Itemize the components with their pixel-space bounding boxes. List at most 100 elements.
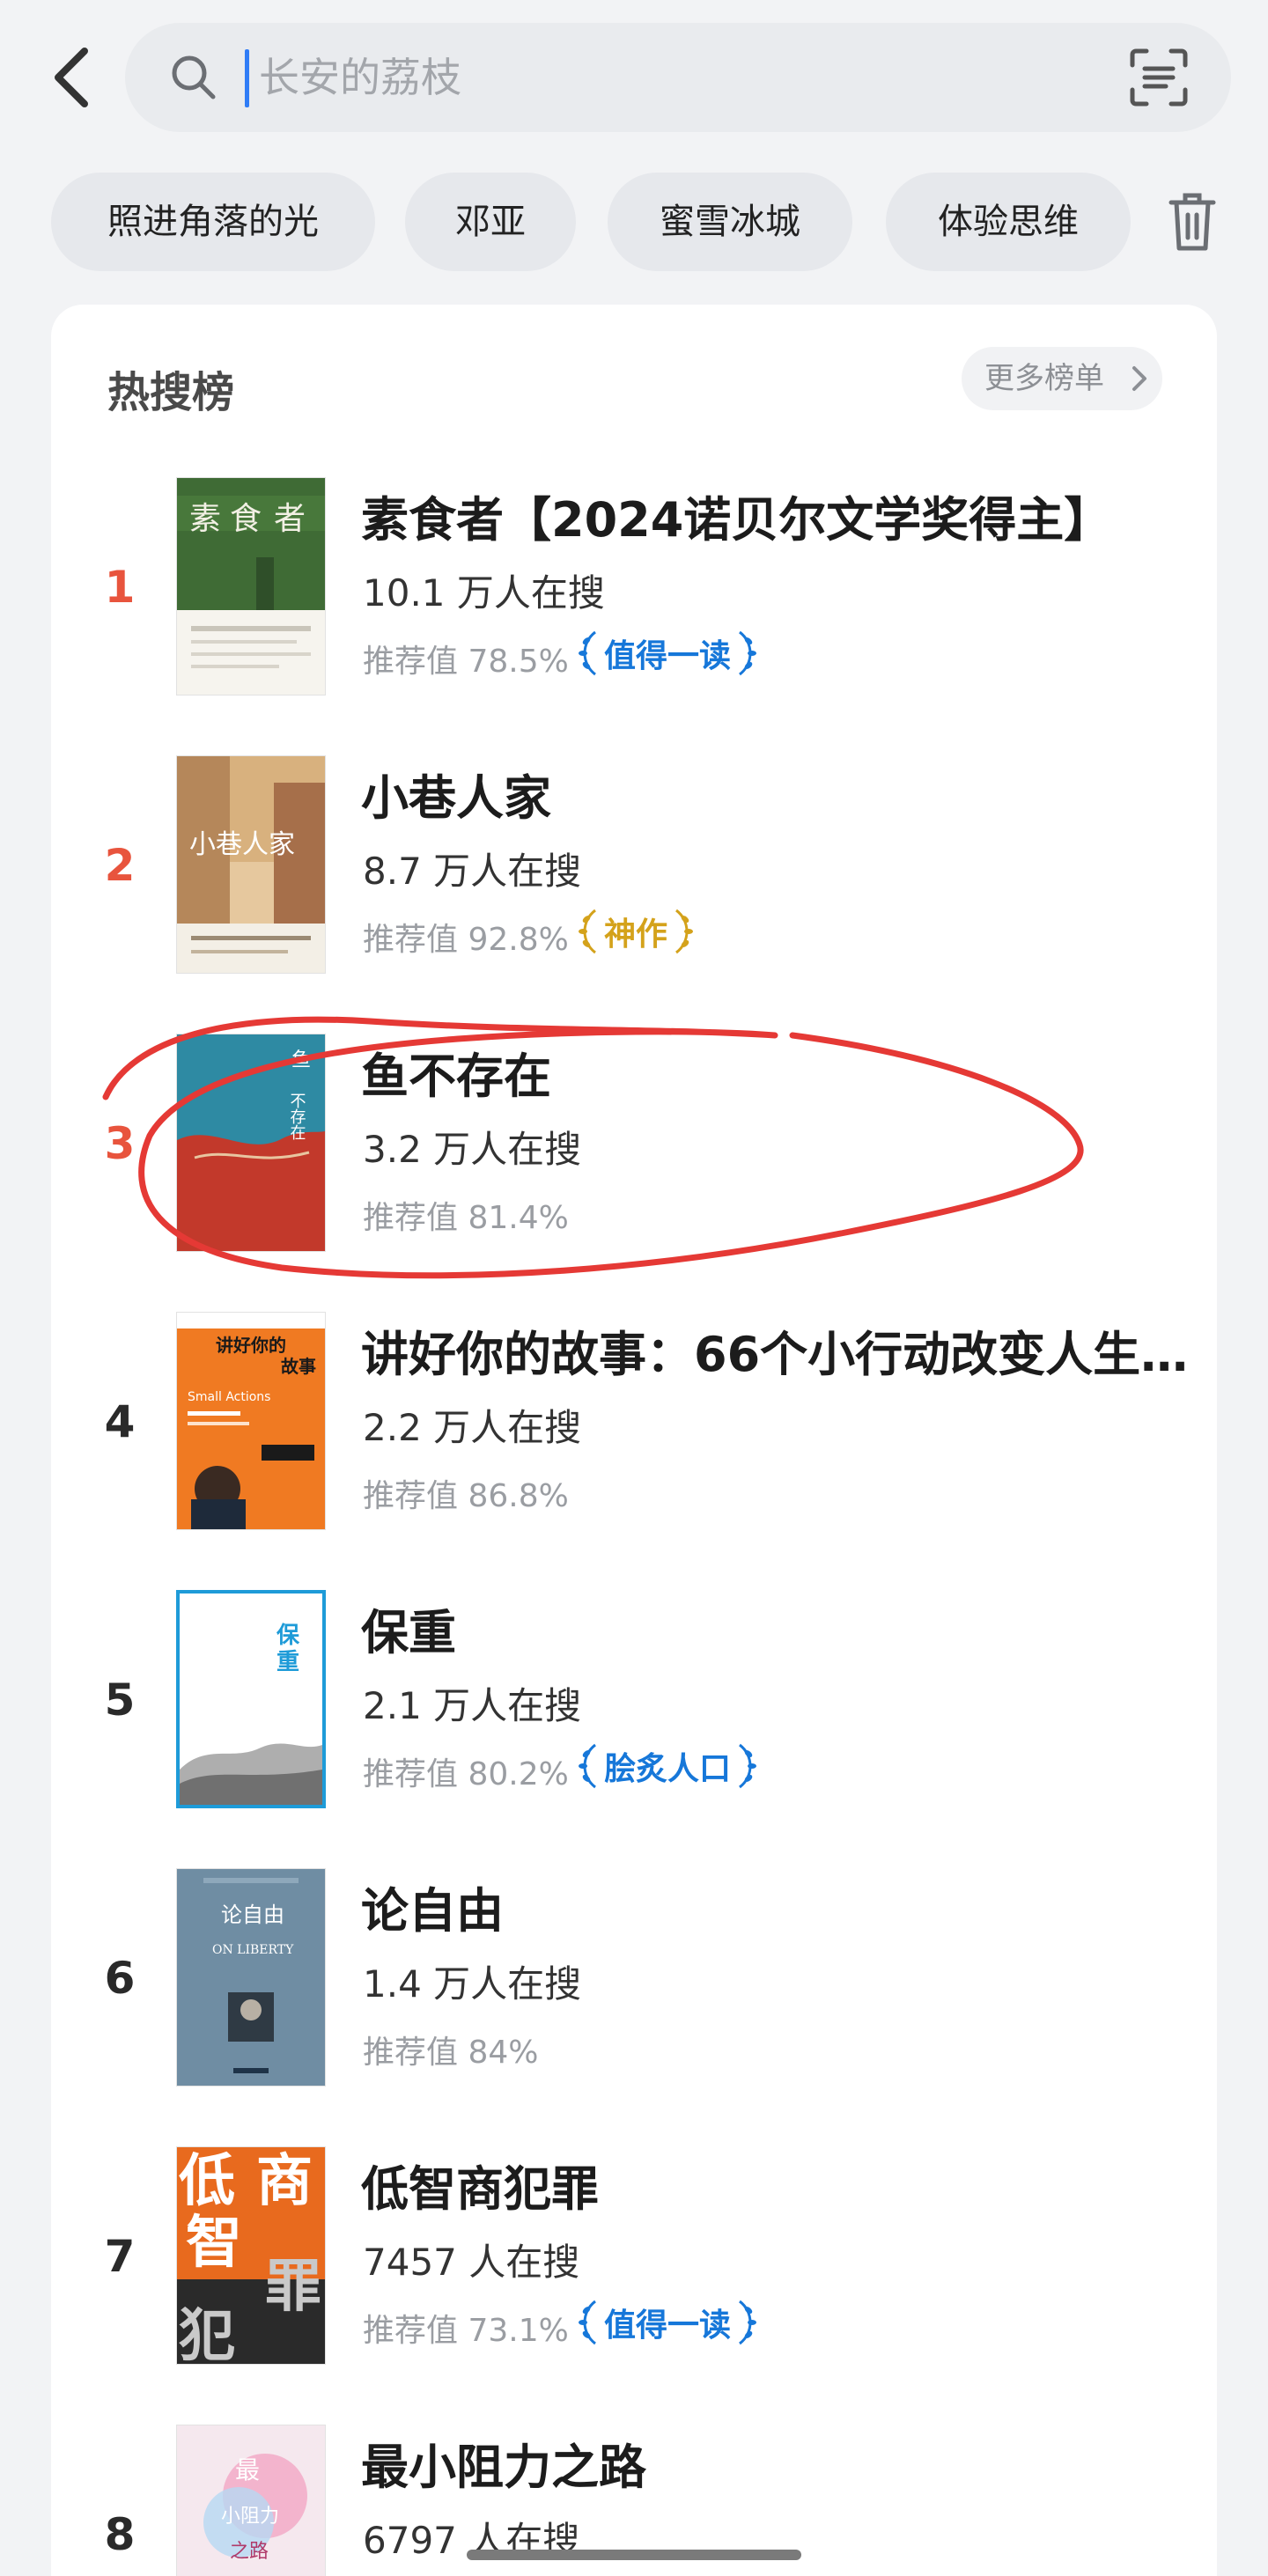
badge-label: 神作 — [604, 916, 668, 953]
laurel-left-icon — [579, 909, 596, 954]
home-indicator[interactable] — [467, 2550, 801, 2560]
search-input[interactable]: 长安的荔枝 — [125, 23, 1231, 132]
search-count: 2.2 万人在搜 — [363, 1406, 582, 1449]
recommend-value: 推荐值 84% — [363, 2035, 539, 2071]
rank-number: 6 — [104, 1953, 136, 2004]
cover-text: 犯 — [179, 2304, 235, 2364]
list-item[interactable]: 2 小巷人家 小巷人家 8.7 万人在搜 推荐值 92.8% 神作 — [51, 755, 1217, 984]
recommend-value: 推荐值 78.5% — [363, 644, 569, 680]
rank-number: 8 — [104, 2509, 136, 2560]
rating-badge: 值得一读 — [576, 627, 759, 680]
search-count: 3.2 万人在搜 — [363, 1128, 582, 1171]
rank-number: 2 — [104, 840, 136, 891]
search-count: 8.7 万人在搜 — [363, 850, 582, 893]
cover-text: 讲好你的 — [216, 1335, 286, 1356]
cover-text: 食 — [230, 501, 262, 537]
rank-number: 3 — [104, 1118, 136, 1169]
rank-number: 4 — [104, 1396, 136, 1447]
history-chip[interactable]: 照进角落的光 — [51, 173, 375, 271]
recommend-value: 推荐值 81.4% — [363, 1200, 569, 1236]
book-title[interactable]: 讲好你的故事：66个小行动改变人生剧本 — [361, 1315, 1189, 1385]
cover-text: Small Actions — [188, 1390, 270, 1404]
badge-label: 值得一读 — [604, 2307, 732, 2344]
cover-text: 保 — [276, 1623, 300, 1649]
rank-number: 5 — [104, 1674, 136, 1726]
cover-text: 小阻力 — [221, 2506, 279, 2528]
list-item[interactable]: 3 鱼 不存在 鱼不存在 3.2 万人在搜 推荐值 81.4% — [51, 1034, 1217, 1262]
book-cover[interactable]: 低 商 智 罪 犯 — [176, 2146, 326, 2365]
rank-number: 1 — [104, 562, 136, 613]
chevron-left-icon — [55, 48, 88, 107]
rank-number: 7 — [104, 2231, 136, 2282]
cover-text: 论自由 — [221, 1903, 284, 1927]
badge-label: 脍炙人口 — [604, 1751, 732, 1787]
search-count: 7457 人在搜 — [363, 2241, 580, 2284]
cover-text: 低 — [179, 2149, 235, 2214]
back-button[interactable] — [35, 35, 106, 120]
book-cover[interactable]: 鱼 不存在 — [176, 1034, 326, 1252]
book-title[interactable]: 小巷人家 — [361, 759, 1189, 828]
search-placeholder: 长安的荔枝 — [259, 54, 461, 101]
more-lists-button[interactable]: 更多榜单 — [962, 347, 1162, 410]
hot-list-card: 热搜榜 更多榜单 1 素 食 者 素食者【2024诺贝尔文学奖得主】 10.1 … — [51, 305, 1217, 2576]
search-icon — [172, 55, 216, 99]
recommend-value: 推荐值 86.8% — [363, 1478, 569, 1514]
cover-text: 鱼 — [291, 1049, 311, 1071]
laurel-right-icon — [739, 2300, 757, 2345]
cover-text: 商 — [256, 2149, 313, 2214]
book-cover[interactable]: 素 食 者 — [176, 477, 326, 696]
history-chip[interactable]: 体验思维 — [886, 173, 1131, 271]
cover-text: 故事 — [281, 1356, 316, 1377]
book-cover[interactable]: 论自由 ON LIBERTY — [176, 1868, 326, 2087]
book-cover[interactable]: 最 小阻力 之路 — [176, 2425, 326, 2576]
laurel-left-icon — [579, 630, 596, 676]
list-item[interactable]: 7 低 商 智 罪 犯 低智商犯罪 7457 人在搜 推荐值 73.1% 值得一… — [51, 2146, 1217, 2375]
laurel-left-icon — [579, 2300, 596, 2345]
book-title[interactable]: 素食者【2024诺贝尔文学奖得主】 — [361, 481, 1189, 550]
book-title[interactable]: 保重 — [361, 1593, 1189, 1663]
cover-text: 者 — [274, 501, 306, 537]
book-cover[interactable]: 保 重 — [176, 1590, 326, 1808]
cover-text: ON LIBERTY — [212, 1943, 294, 1957]
list-item[interactable]: 4 讲好你的 故事 Small Actions 讲好你的故事：66个小行动改变人… — [51, 1312, 1217, 1541]
recommend-value: 推荐值 80.2% — [363, 1756, 569, 1792]
search-count: 1.4 万人在搜 — [363, 1962, 582, 2006]
list-item[interactable]: 5 保 重 保重 2.1 万人在搜 推荐值 80.2% 脍炙人口 — [51, 1590, 1217, 1819]
cover-text: 智 — [186, 2211, 242, 2276]
hot-list-title: 热搜榜 — [107, 368, 235, 417]
recommend-value: 推荐值 73.1% — [363, 2313, 569, 2349]
cover-text: 重 — [276, 1649, 299, 1675]
search-count: 10.1 万人在搜 — [363, 571, 605, 615]
cover-text: 罪 — [265, 2255, 321, 2320]
search-count: 2.1 万人在搜 — [363, 1684, 582, 1727]
laurel-right-icon — [739, 630, 757, 676]
rating-badge: 值得一读 — [576, 2296, 759, 2349]
list-item[interactable]: 1 素 食 者 素食者【2024诺贝尔文学奖得主】 10.1 万人在搜 推荐值 … — [51, 477, 1217, 706]
cover-text: 素 — [189, 501, 221, 537]
cover-text: 最 — [235, 2455, 260, 2484]
history-chip[interactable]: 邓亚 — [405, 173, 576, 271]
laurel-right-icon — [739, 1743, 757, 1789]
cover-text: 不存在 — [288, 1093, 306, 1140]
trash-icon[interactable] — [1164, 190, 1220, 254]
book-cover[interactable]: 小巷人家 — [176, 755, 326, 974]
book-cover[interactable]: 讲好你的 故事 Small Actions — [176, 1312, 326, 1530]
book-title[interactable]: 最小阻力之路 — [361, 2428, 1189, 2498]
book-title[interactable]: 低智商犯罪 — [361, 2150, 1189, 2219]
rating-badge: 脍炙人口 — [576, 1740, 759, 1792]
chevron-right-icon — [1132, 366, 1146, 391]
list-item[interactable]: 6 论自由 ON LIBERTY 论自由 1.4 万人在搜 推荐值 84% — [51, 1868, 1217, 2097]
laurel-right-icon — [675, 909, 694, 954]
cover-text: 小巷人家 — [189, 829, 295, 860]
cover-text: 之路 — [230, 2541, 269, 2563]
recommend-value: 推荐值 92.8% — [363, 922, 569, 958]
book-title[interactable]: 鱼不存在 — [361, 1037, 1189, 1107]
book-title[interactable]: 论自由 — [361, 1872, 1189, 1941]
more-lists-label: 更多榜单 — [984, 361, 1104, 396]
history-chip[interactable]: 蜜雪冰城 — [608, 173, 852, 271]
laurel-left-icon — [579, 1743, 596, 1789]
scan-icon[interactable] — [1127, 46, 1191, 109]
badge-label: 值得一读 — [604, 638, 732, 674]
rating-badge: 神作 — [576, 905, 696, 958]
text-caret — [245, 49, 249, 107]
